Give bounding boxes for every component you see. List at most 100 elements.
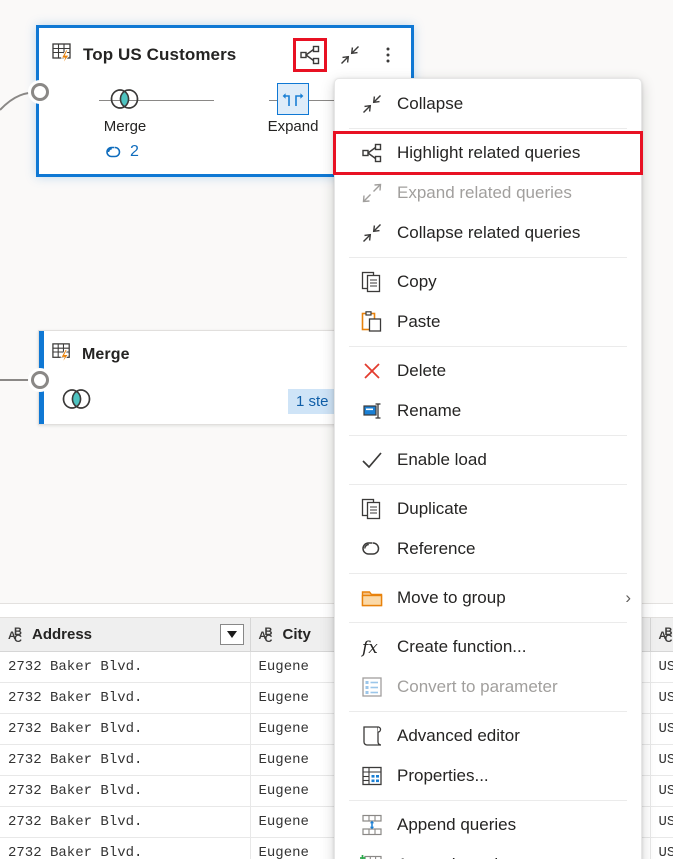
- query-context-menu[interactable]: Collapse Highlight related queries Expan…: [334, 78, 642, 859]
- table-cell[interactable]: 2732 Baker Blvd.: [0, 806, 250, 837]
- menu-item-label: Advanced editor: [397, 726, 520, 746]
- column-header-address[interactable]: ABC Address: [0, 618, 250, 651]
- menu-separator: [349, 711, 627, 712]
- table-cell[interactable]: USA: [650, 713, 673, 744]
- menu-item-label: Copy: [397, 272, 437, 292]
- menu-separator: [349, 800, 627, 801]
- append-queries-as-new-icon: [357, 852, 387, 859]
- highlight-related-queries-button[interactable]: [293, 38, 327, 72]
- menu-item-convert-to-parameter: Convert to parameter: [335, 667, 641, 707]
- menu-item-properties[interactable]: Properties...: [335, 756, 641, 796]
- menu-item-label: Collapse related queries: [397, 223, 580, 243]
- step-label: Expand: [268, 118, 319, 135]
- collapse-button[interactable]: [335, 40, 365, 70]
- menu-separator: [349, 257, 627, 258]
- menu-item-label: Rename: [397, 401, 461, 421]
- filter-dropdown-button[interactable]: [220, 624, 244, 645]
- svg-text:fx: fx: [361, 638, 378, 657]
- menu-item-label: Properties...: [397, 766, 489, 786]
- column-header-country[interactable]: ABC Country: [650, 618, 673, 651]
- card-header: Top US Customers: [39, 28, 411, 76]
- menu-item-label: Delete: [397, 361, 446, 381]
- menu-item-delete[interactable]: Delete: [335, 351, 641, 391]
- menu-item-reference[interactable]: Reference: [335, 529, 641, 569]
- power-query-diagram-view: Top US Customers: [0, 0, 673, 859]
- menu-item-label: Expand related queries: [397, 183, 572, 203]
- folder-icon: [357, 585, 387, 611]
- collapse-arrows-icon: [357, 91, 387, 117]
- menu-item-enable-load[interactable]: Enable load: [335, 440, 641, 480]
- table-cell[interactable]: USA: [650, 682, 673, 713]
- column-name: City: [283, 626, 311, 643]
- menu-item-expand-related-queries: Expand related queries: [335, 173, 641, 213]
- step-label: Merge: [104, 118, 147, 135]
- menu-item-collapse[interactable]: Collapse: [335, 84, 641, 124]
- reference-link-icon: [357, 536, 387, 562]
- menu-item-label: Move to group: [397, 588, 506, 608]
- table-cell[interactable]: USA: [650, 744, 673, 775]
- table-cell[interactable]: USA: [650, 806, 673, 837]
- node-handle-merge-card[interactable]: [31, 371, 49, 389]
- step-merge[interactable]: Merge: [99, 84, 151, 135]
- menu-item-rename[interactable]: Rename: [335, 391, 641, 431]
- menu-item-highlight-related-queries[interactable]: Highlight related queries: [335, 133, 641, 173]
- table-cell[interactable]: 2732 Baker Blvd.: [0, 837, 250, 859]
- duplicate-icon: [357, 496, 387, 522]
- table-cell[interactable]: 2732 Baker Blvd.: [0, 682, 250, 713]
- menu-item-append-queries-as-new[interactable]: Append queries as new: [335, 845, 641, 859]
- menu-item-label: Paste: [397, 312, 440, 332]
- menu-item-advanced-editor[interactable]: Advanced editor: [335, 716, 641, 756]
- reference-count[interactable]: 2: [104, 143, 139, 161]
- parameter-icon: [357, 674, 387, 700]
- card-header: Merge: [39, 331, 367, 373]
- table-cell[interactable]: 2732 Baker Blvd.: [0, 713, 250, 744]
- fx-icon: fx: [357, 634, 387, 660]
- menu-item-label: Convert to parameter: [397, 677, 558, 697]
- menu-separator: [349, 622, 627, 623]
- menu-item-paste[interactable]: Paste: [335, 302, 641, 342]
- card-title: Merge: [82, 346, 130, 364]
- merge-icon: [108, 84, 142, 114]
- menu-item-label: Enable load: [397, 450, 487, 470]
- table-cell[interactable]: 2732 Baker Blvd.: [0, 651, 250, 682]
- expand-icon: [277, 84, 309, 114]
- more-options-button[interactable]: [373, 40, 403, 70]
- share-nodes-icon: [357, 140, 387, 166]
- menu-item-collapse-related-queries[interactable]: Collapse related queries: [335, 213, 641, 253]
- table-cell[interactable]: 2732 Baker Blvd.: [0, 775, 250, 806]
- checkmark-icon: [357, 447, 387, 473]
- menu-item-label: Duplicate: [397, 499, 468, 519]
- menu-item-label: Highlight related queries: [397, 143, 580, 163]
- menu-item-create-function[interactable]: fx Create function...: [335, 627, 641, 667]
- menu-item-duplicate[interactable]: Duplicate: [335, 489, 641, 529]
- copy-icon: [357, 269, 387, 295]
- merge-icon: [60, 388, 94, 415]
- menu-item-label: Collapse: [397, 94, 463, 114]
- menu-item-move-to-group[interactable]: Move to group ›: [335, 578, 641, 618]
- menu-separator: [349, 346, 627, 347]
- abc-text-icon: ABC: [659, 627, 673, 642]
- table-query-icon: [51, 41, 75, 70]
- step-count-badge[interactable]: 1 ste: [288, 389, 337, 414]
- column-name: Address: [32, 626, 92, 643]
- menu-item-append-queries[interactable]: Append queries: [335, 805, 641, 845]
- step-expand[interactable]: Expand: [267, 84, 319, 135]
- menu-separator: [349, 484, 627, 485]
- table-cell[interactable]: USA: [650, 651, 673, 682]
- node-handle-top-card[interactable]: [31, 83, 49, 101]
- menu-item-copy[interactable]: Copy: [335, 262, 641, 302]
- expand-arrows-icon: [357, 180, 387, 206]
- menu-item-label: Create function...: [397, 637, 526, 657]
- reference-count-value: 2: [130, 143, 139, 161]
- abc-text-icon: ABC: [8, 627, 25, 642]
- chevron-right-icon: ›: [625, 588, 631, 608]
- menu-item-label: Append queries as new: [397, 855, 575, 859]
- card-title: Top US Customers: [83, 45, 236, 65]
- paste-icon: [357, 309, 387, 335]
- menu-item-label: Append queries: [397, 815, 516, 835]
- menu-separator: [349, 435, 627, 436]
- table-cell[interactable]: 2732 Baker Blvd.: [0, 744, 250, 775]
- table-cell[interactable]: USA: [650, 775, 673, 806]
- table-cell[interactable]: USA: [650, 837, 673, 859]
- delete-x-icon: [357, 358, 387, 384]
